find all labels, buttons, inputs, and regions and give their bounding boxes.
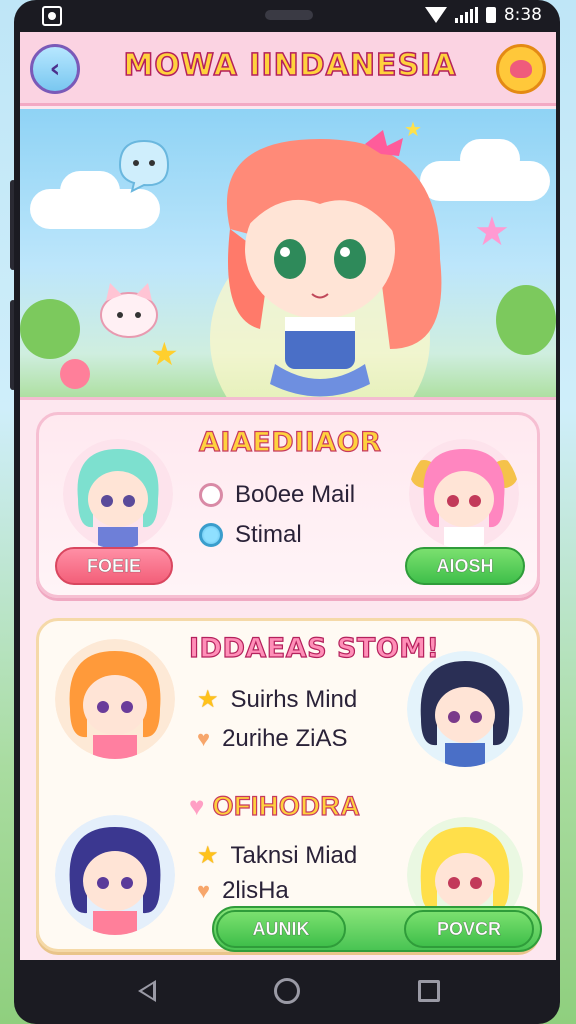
- notification-icon: [42, 6, 62, 26]
- option-row[interactable]: Stimal: [199, 521, 302, 549]
- heart-icon: ♥: [197, 726, 211, 751]
- camera-notch: [265, 10, 313, 20]
- option-label: Bo0ee Mail: [235, 481, 356, 508]
- bottom-right-button[interactable]: POVCR: [404, 910, 534, 948]
- right-action-button[interactable]: AIOSH: [405, 547, 525, 585]
- cat-mascot-illustration: [100, 283, 158, 338]
- status-bar: 8:38: [20, 0, 556, 32]
- cloud-decoration: [460, 139, 520, 179]
- chevron-left-icon: ‹: [49, 54, 61, 84]
- list-item-label: 2lisHa: [222, 877, 289, 904]
- list-item-label: Suirhs Mind: [230, 685, 358, 713]
- star-icon: ★: [197, 842, 219, 869]
- star-decoration-icon: ★: [404, 117, 422, 141]
- radio-button-selected[interactable]: [199, 523, 223, 547]
- app-screen: ‹ MOWA IINDANESIA ★ ★ ★ AIAEDIIAOR Bo0ee…: [20, 32, 556, 960]
- avatar: [55, 815, 175, 935]
- avatar: [55, 639, 175, 759]
- list-item[interactable]: ★ Suirhs Mind: [197, 685, 357, 714]
- tree-decoration: [20, 299, 80, 359]
- list-item[interactable]: ★ Taknsi Miad: [197, 841, 357, 870]
- home-circle-icon[interactable]: [274, 978, 300, 1004]
- list-item[interactable]: ♥ 2urihe ZiAS: [197, 725, 347, 753]
- battery-icon: [485, 7, 496, 23]
- chat-icon: [510, 60, 532, 78]
- flower-decoration: [60, 359, 90, 389]
- section-title: OFIHODRA: [212, 790, 361, 821]
- card-title: AIAEDIIAOR: [198, 426, 382, 458]
- heart-icon: ♥: [189, 791, 205, 821]
- section-title: IDDAEAS STOM!: [188, 632, 440, 664]
- option-label: Stimal: [235, 521, 302, 548]
- heart-icon: ♥: [197, 878, 211, 903]
- back-button[interactable]: ‹: [30, 44, 80, 94]
- signal-icon: [454, 7, 478, 23]
- star-decoration-icon: ★: [474, 209, 510, 255]
- list-item-label: 2urihe ZiAS: [222, 725, 348, 752]
- bottom-left-button[interactable]: AUNIK: [216, 910, 346, 948]
- star-icon: ★: [197, 686, 219, 713]
- tree-decoration: [496, 285, 556, 355]
- character-list-card: IDDAEAS STOM! ★ Suirhs Mind ♥ 2urihe ZiA…: [36, 618, 540, 952]
- avatar: [407, 651, 523, 767]
- wifi-icon: [424, 7, 447, 23]
- recent-apps-icon[interactable]: [418, 980, 440, 1002]
- back-triangle-icon[interactable]: [138, 980, 156, 1002]
- app-header: ‹ MOWA IINDANESIA: [20, 32, 556, 106]
- option-row[interactable]: Bo0ee Mail: [199, 481, 355, 509]
- avatar: [409, 439, 519, 549]
- cloud-decoration: [60, 171, 120, 211]
- radio-button[interactable]: [199, 483, 223, 507]
- star-decoration-icon: ★: [150, 335, 179, 373]
- list-item-label: Taknsi Miad: [230, 841, 358, 869]
- hero-character-illustration: [210, 130, 442, 397]
- section-header: ♥ OFIHODRA: [189, 790, 361, 822]
- page-title: MOWA IINDANESIA: [123, 47, 457, 84]
- chat-button[interactable]: [496, 44, 546, 94]
- profile-select-card: AIAEDIIAOR Bo0ee Mail Stimal FOEIE AIOSH: [36, 412, 540, 598]
- system-navigation-bar: [20, 960, 556, 1024]
- left-action-button[interactable]: FOEIE: [55, 547, 173, 585]
- status-time: 8:38: [503, 5, 542, 25]
- avatar: [63, 439, 173, 549]
- ghost-mascot-illustration: [118, 139, 170, 193]
- hero-banner: ★ ★ ★: [20, 109, 556, 400]
- list-item[interactable]: ♥ 2lisHa: [197, 877, 289, 905]
